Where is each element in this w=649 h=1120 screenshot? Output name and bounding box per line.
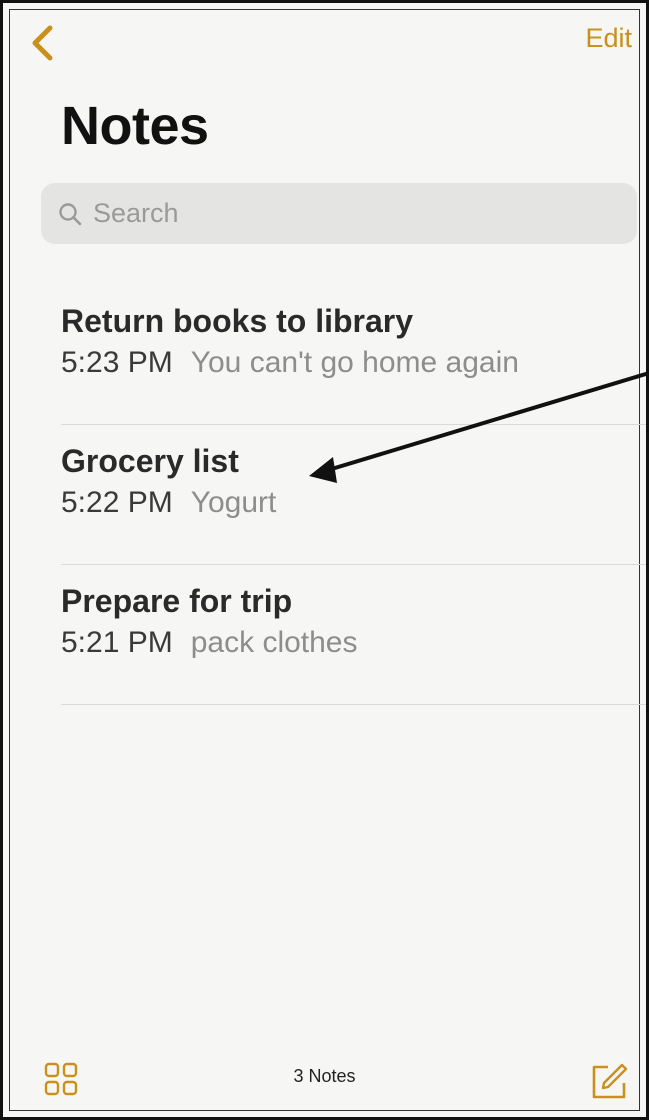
note-preview: Yogurt: [190, 486, 277, 519]
note-list-item[interactable]: Return books to library 5:23 PM You can't…: [61, 285, 646, 425]
compose-icon: [592, 1063, 628, 1099]
search-input[interactable]: [91, 197, 575, 230]
note-title: Prepare for trip: [61, 583, 293, 619]
note-preview: You can't go home again: [190, 346, 519, 379]
notes-count: 3 Notes: [293, 1066, 356, 1086]
bottom-toolbar: 3 Notes: [3, 1017, 646, 1117]
edit-button[interactable]: Edit: [585, 23, 632, 54]
page-title: Notes: [61, 96, 209, 156]
note-list-item[interactable]: Grocery list 5:22 PM Yogurt: [61, 425, 646, 565]
note-preview: pack clothes: [190, 626, 358, 659]
back-button[interactable]: [25, 21, 59, 65]
note-title: Grocery list: [61, 443, 239, 479]
search-icon: [59, 202, 82, 225]
note-time: 5:22 PM: [61, 486, 173, 519]
note-list: Return books to library 5:23 PM You can't…: [61, 285, 646, 705]
note-time: 5:23 PM: [61, 346, 173, 379]
note-meta: 5:22 PM Yogurt: [61, 483, 646, 523]
note-time: 5:21 PM: [61, 626, 173, 659]
note-title: Return books to library: [61, 303, 414, 339]
note-meta: 5:21 PM pack clothes: [61, 623, 646, 663]
chevron-left-icon: [32, 25, 53, 61]
note-list-item[interactable]: Prepare for trip 5:21 PM pack clothes: [61, 565, 646, 705]
notes-app-screen: Edit Notes Return books to library 5:23 …: [0, 0, 649, 1120]
compose-button[interactable]: [588, 1061, 630, 1103]
note-meta: 5:23 PM You can't go home again: [61, 343, 646, 383]
search-bar[interactable]: [41, 183, 637, 244]
